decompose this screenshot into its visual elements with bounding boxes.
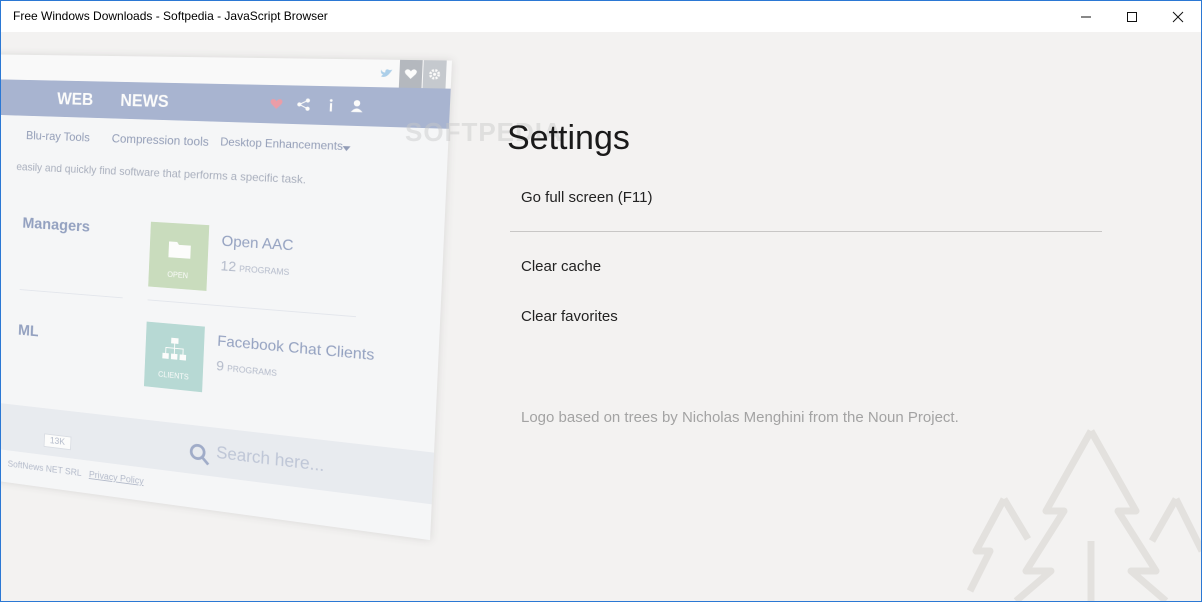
settings-title: Settings [507, 119, 630, 157]
chevron-down-icon [342, 146, 351, 152]
minimize-icon [1081, 16, 1091, 17]
title-bar: Free Windows Downloads - Softpedia - Jav… [1, 1, 1201, 32]
favorite-tab [398, 59, 423, 89]
preview-description: easily and quickly find software that pe… [16, 160, 307, 187]
minimize-button[interactable] [1063, 1, 1109, 32]
item-count-label: PROGRAMS [239, 264, 290, 278]
item-count-label: PROGRAMS [226, 363, 278, 378]
trees-logo-icon [966, 429, 1201, 601]
tile-label-open: OPEN [167, 270, 189, 281]
tile-label-clients: CLIENTS [157, 369, 189, 382]
left-item-ml: ML [17, 321, 40, 341]
heart-icon [404, 69, 417, 80]
logo-credit-text: Logo based on trees by Nicholas Menghini… [521, 409, 959, 426]
nav-news: NEWS [120, 91, 170, 111]
footer-privacy-link: Privacy Policy [88, 469, 144, 488]
folder-icon [168, 241, 191, 259]
item-count-facebook-chat: 9 PROGRAMS [216, 358, 277, 380]
left-item-managers: Managers [22, 214, 91, 236]
category-bluray: Blu-ray Tools [25, 128, 91, 145]
category-compression: Compression tools [111, 131, 210, 149]
category-desktop: Desktop Enhancements [220, 135, 344, 153]
user-icon [350, 100, 363, 113]
gear-icon [427, 67, 442, 81]
maximize-button[interactable] [1109, 1, 1155, 32]
preview-divider [147, 299, 357, 318]
footer-company: SoftNews NET SRL [7, 459, 82, 479]
close-button[interactable] [1155, 1, 1201, 32]
info-icon [329, 99, 333, 112]
heart-icon [270, 98, 283, 110]
browser-preview: WEB NEWS Blu-ray Tools Compression tools… [1, 53, 453, 541]
maximize-icon [1127, 11, 1137, 22]
app-window: Free Windows Downloads - Softpedia - Jav… [0, 0, 1202, 602]
close-icon [1172, 11, 1184, 22]
open-aac-tile: OPEN [148, 221, 210, 291]
share-icon [296, 97, 311, 112]
item-count-value: 12 [220, 258, 237, 276]
nav-web: WEB [56, 89, 94, 109]
preview-page: WEB NEWS Blu-ray Tools Compression tools… [1, 53, 453, 541]
item-title-open-aac: Open AAC [221, 233, 294, 255]
item-count-open-aac: 12 PROGRAMS [220, 258, 290, 279]
go-full-screen-button[interactable]: Go full screen (F11) [521, 189, 652, 206]
preview-divider [19, 289, 123, 299]
clear-cache-button[interactable]: Clear cache [521, 258, 601, 275]
settings-divider [510, 231, 1102, 232]
clear-favorites-button[interactable]: Clear favorites [521, 308, 618, 325]
twitter-icon [380, 69, 393, 78]
network-icon [162, 337, 187, 361]
settings-tab [422, 60, 447, 89]
window-title: Free Windows Downloads - Softpedia - Jav… [13, 9, 328, 23]
facebook-chat-tile: CLIENTS [143, 321, 205, 393]
search-icon [188, 442, 211, 467]
item-count-value: 9 [215, 357, 225, 375]
